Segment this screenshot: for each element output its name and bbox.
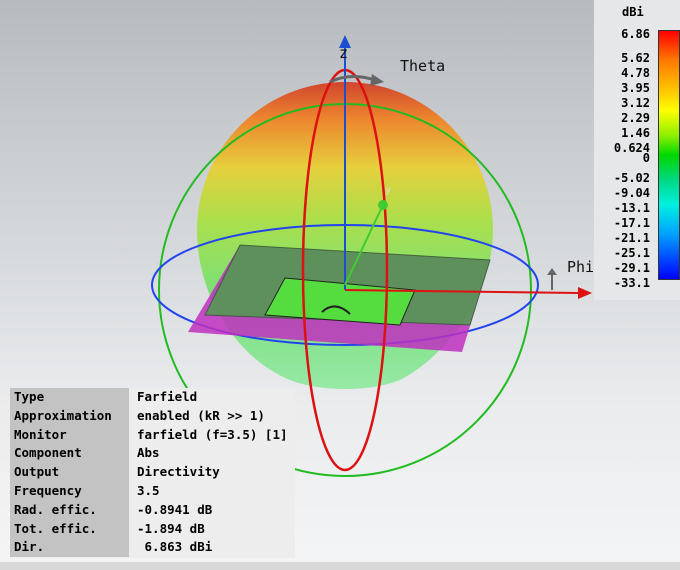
info-row: Component Abs [10, 444, 295, 464]
info-value: Abs [137, 445, 160, 461]
color-legend: dBi 6.86 5.62 4.78 3.95 3.12 2.29 1.46 0.624 0 -5… [594, 0, 680, 300]
info-key: Component [10, 444, 129, 464]
legend-tick: 2.29 [621, 111, 650, 125]
info-row: Tot. effic. -1.894 dB [10, 519, 295, 539]
info-row: Dir. 6.863 dBi [10, 538, 295, 558]
legend-tick: 0 [642, 151, 650, 165]
legend-tick: -5.02 [613, 171, 650, 185]
info-value: farfield (f=3.5) [1] [137, 426, 288, 442]
info-key: Approximation [10, 406, 129, 426]
info-row: Approximation enabled (kR >> 1) [10, 406, 295, 426]
info-value: Directivity [137, 464, 220, 480]
farfield-info-table: Type Farfield Approximation enabled (kR >> … [10, 388, 295, 558]
status-strip [0, 562, 680, 570]
legend-tick: 3.12 [621, 96, 650, 110]
info-value: -0.8941 dB [137, 501, 213, 517]
info-row: Type Farfield [10, 388, 295, 407]
theta-label: Theta [400, 57, 446, 75]
info-value: 6.863 dBi [137, 539, 213, 555]
theta-arrow [329, 75, 376, 84]
legend-tick: 3.95 [621, 81, 650, 95]
legend-tick: -33.1 [613, 276, 650, 290]
legend-tick: 6.86 [621, 27, 650, 41]
info-key: Type [10, 388, 129, 407]
info-key: Output [10, 463, 129, 482]
legend-tick: 1.46 [621, 126, 650, 140]
info-key: Tot. effic. [10, 519, 129, 539]
info-key: Frequency [10, 481, 129, 501]
info-value: enabled (kR >> 1) [137, 407, 265, 423]
info-value: -1.894 dB [137, 520, 205, 536]
phi-arrow [578, 287, 592, 299]
legend-tick: -25.1 [613, 246, 650, 260]
info-key: Dir. [10, 538, 129, 558]
info-value: Farfield [137, 389, 198, 404]
legend-tick: 4.78 [621, 66, 650, 80]
colorbar [658, 30, 680, 280]
legend-tick: 5.62 [621, 51, 650, 65]
info-row: Frequency 3.5 [10, 481, 295, 501]
legend-tick: -13.1 [613, 201, 650, 215]
legend-tick: -9.04 [613, 186, 650, 200]
legend-tick: -17.1 [613, 216, 650, 230]
legend-tick: -29.1 [613, 261, 650, 275]
phi-label: Phi [567, 258, 595, 276]
z-axis-label: z [339, 44, 349, 62]
legend-unit: dBi [622, 5, 644, 19]
info-row: Rad. effic. -0.8941 dB [10, 500, 295, 520]
info-key: Rad. effic. [10, 500, 129, 520]
info-key: Monitor [10, 425, 129, 445]
info-row: Output Directivity [10, 463, 295, 482]
info-value: 3.5 [137, 482, 160, 498]
y-axis-label: y [385, 185, 392, 196]
info-row: Monitor farfield (f=3.5) [1] [10, 425, 295, 445]
legend-tick: -21.1 [613, 231, 650, 245]
